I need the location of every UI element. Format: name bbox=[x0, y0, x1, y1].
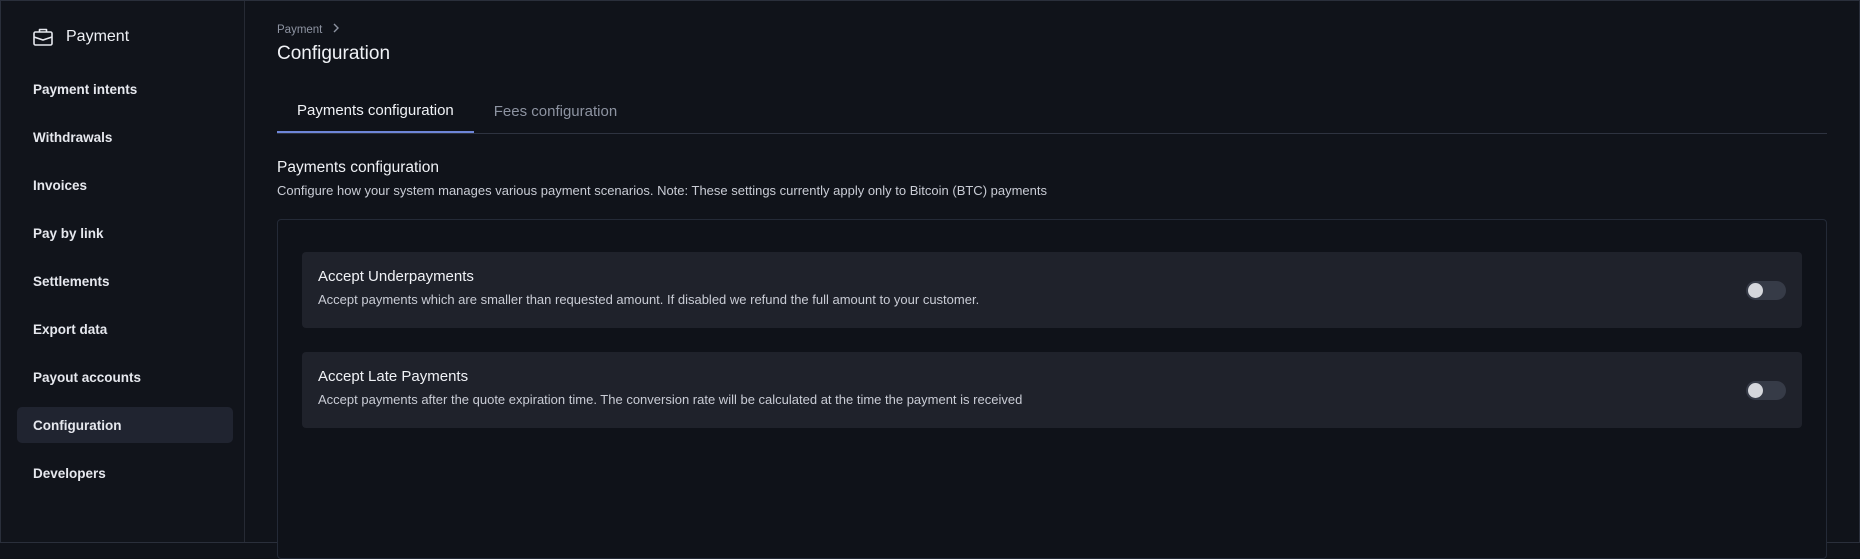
breadcrumb-item-payment[interactable]: Payment bbox=[277, 24, 322, 36]
setting-accept-late-payments: Accept Late Payments Accept payments aft… bbox=[302, 352, 1802, 428]
setting-accept-underpayments: Accept Underpayments Accept payments whi… bbox=[302, 252, 1802, 328]
setting-description: Accept payments after the quote expirati… bbox=[318, 392, 1023, 407]
app-window: Payment Payment intents Withdrawals Invo… bbox=[0, 0, 1860, 559]
sidebar-item-pay-by-link[interactable]: Pay by link bbox=[17, 215, 233, 251]
sidebar-item-payout-accounts[interactable]: Payout accounts bbox=[17, 359, 233, 395]
breadcrumb: Payment bbox=[277, 23, 340, 36]
sidebar-item-configuration[interactable]: Configuration bbox=[17, 407, 233, 443]
settings-panel: Accept Underpayments Accept payments whi… bbox=[277, 219, 1827, 559]
sidebar-nav: Payment intents Withdrawals Invoices Pay… bbox=[17, 71, 233, 503]
sidebar-item-withdrawals[interactable]: Withdrawals bbox=[17, 119, 233, 155]
toggle-knob bbox=[1748, 283, 1763, 298]
sidebar-item-settlements[interactable]: Settlements bbox=[17, 263, 233, 299]
tab-bar: Payments configuration Fees configuratio… bbox=[277, 89, 1827, 134]
setting-description: Accept payments which are smaller than r… bbox=[318, 292, 980, 307]
sidebar-item-invoices[interactable]: Invoices bbox=[17, 167, 233, 203]
section-description: Configure how your system manages variou… bbox=[277, 183, 1047, 198]
tab-fees-configuration[interactable]: Fees configuration bbox=[474, 89, 637, 133]
toggle-knob bbox=[1748, 383, 1763, 398]
brand-label: Payment bbox=[66, 28, 130, 45]
sidebar: Payment Payment intents Withdrawals Invo… bbox=[1, 1, 245, 542]
brand[interactable]: Payment bbox=[32, 25, 129, 49]
main-content: Payment Configuration Payments configura… bbox=[245, 1, 1859, 559]
accept-underpayments-toggle[interactable] bbox=[1746, 281, 1786, 300]
tab-payments-configuration[interactable]: Payments configuration bbox=[277, 89, 474, 133]
setting-title: Accept Late Payments bbox=[318, 368, 469, 385]
setting-title: Accept Underpayments bbox=[318, 268, 474, 285]
accept-late-payments-toggle[interactable] bbox=[1746, 381, 1786, 400]
page-title: Configuration bbox=[277, 43, 391, 64]
sidebar-item-export-data[interactable]: Export data bbox=[17, 311, 233, 347]
briefcase-icon bbox=[32, 26, 54, 48]
sidebar-item-developers[interactable]: Developers bbox=[17, 455, 233, 491]
section-title: Payments configuration bbox=[277, 159, 439, 176]
sidebar-item-payment-intents[interactable]: Payment intents bbox=[17, 71, 233, 107]
chevron-right-icon bbox=[332, 23, 340, 36]
